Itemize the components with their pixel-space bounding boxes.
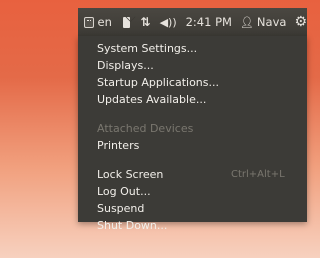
network-icon[interactable]: ⇅ <box>141 15 151 29</box>
menu-item-lock-screen[interactable]: Lock Screen <box>97 167 163 182</box>
mail-icon[interactable] <box>122 16 130 28</box>
keyboard-icon[interactable] <box>84 16 94 28</box>
menu-item-displays[interactable]: Displays... <box>97 58 154 73</box>
top-panel: en ⇅ ◀)) 2:41 PM 👤︎ Nava ⚙ <box>78 8 307 36</box>
menu-item-log-out[interactable]: Log Out... <box>97 184 151 199</box>
menu-item-updates-available[interactable]: Updates Available... <box>97 92 206 107</box>
session-menu: System Settings... Displays... Startup A… <box>78 36 307 232</box>
user-name[interactable]: Nava <box>257 15 287 29</box>
menu-item-suspend[interactable]: Suspend <box>97 201 144 216</box>
menu-item-printers[interactable]: Printers <box>97 138 139 153</box>
clock[interactable]: 2:41 PM <box>186 15 232 29</box>
user-icon[interactable]: 👤︎ <box>240 16 254 29</box>
menu-item-attached-devices: Attached Devices <box>97 122 194 135</box>
gear-icon[interactable]: ⚙ <box>294 14 307 30</box>
volume-icon[interactable]: ◀)) <box>160 16 177 29</box>
lock-screen-shortcut: Ctrl+Alt+L <box>231 169 285 180</box>
keyboard-layout-indicator[interactable]: en <box>98 15 112 29</box>
menu-item-system-settings[interactable]: System Settings... <box>97 41 197 56</box>
menu-item-shut-down[interactable]: Shut Down... <box>97 218 167 233</box>
menu-item-startup-applications[interactable]: Startup Applications... <box>97 75 219 90</box>
